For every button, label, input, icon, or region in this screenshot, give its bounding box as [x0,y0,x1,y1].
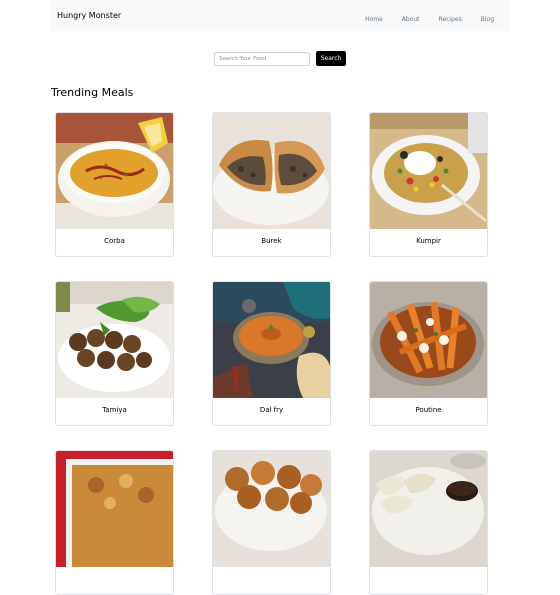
meal-card[interactable]: Poutine [369,281,488,426]
meal-grid: Corba Burek Kumpir Tamiya Dal fry Poutin… [55,112,489,595]
meal-card[interactable] [212,450,331,595]
meal-image [56,113,173,229]
meal-name: Poutine [415,406,442,414]
meal-name: Tamiya [102,406,127,414]
meal-card[interactable] [369,450,488,595]
meal-image [56,282,173,398]
meal-image [370,113,487,229]
nav-link-home[interactable]: Home [365,16,383,23]
meal-name [213,567,330,594]
nav-links: Home About Recipes Blog [365,16,494,23]
meal-card[interactable]: Kumpir [369,112,488,257]
nav-link-recipes[interactable]: Recipes [439,16,462,23]
section-title: Trending Meals [51,86,134,99]
meal-name: Corba [104,237,125,245]
meal-image [213,451,330,567]
nav-link-blog[interactable]: Blog [481,16,494,23]
meal-image [370,451,487,567]
meal-card[interactable] [55,450,174,595]
search-input[interactable] [214,51,310,66]
meal-name [370,567,487,594]
navbar: Hungry Monster Home About Recipes Blog [51,0,510,31]
meal-card[interactable]: Corba [55,112,174,257]
brand-link[interactable]: Hungry Monster [57,11,121,20]
meal-card[interactable]: Burek [212,112,331,257]
search-bar: Search [214,51,346,66]
search-button[interactable]: Search [316,51,346,66]
meal-name: Kumpir [416,237,441,245]
meal-image [370,282,487,398]
meal-card[interactable]: Dal fry [212,281,331,426]
nav-link-about[interactable]: About [402,16,420,23]
meal-image [213,282,330,398]
meal-name: Dal fry [259,406,284,414]
meal-card[interactable]: Tamiya [55,281,174,426]
meal-image [56,451,173,567]
meal-image [213,113,330,229]
meal-name: Burek [261,237,282,245]
meal-name [56,567,173,594]
